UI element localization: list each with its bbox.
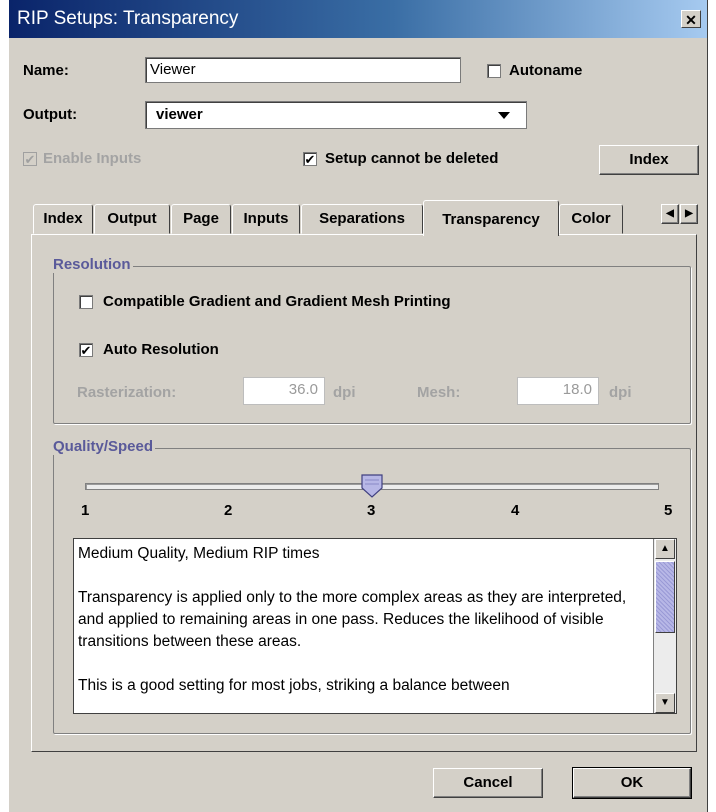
quality-tick-5: 5 (664, 502, 673, 519)
auto-resolution-checkbox[interactable]: ✔ (79, 343, 93, 357)
quality-tick-3: 3 (367, 502, 376, 519)
compatible-gradient-checkbox[interactable] (79, 295, 93, 309)
rasterization-label: Rasterization: (77, 384, 177, 401)
output-selected-value: viewer (156, 106, 203, 123)
cancel-button[interactable]: Cancel (433, 768, 543, 798)
rasterization-unit: dpi (333, 384, 356, 401)
tab-inputs[interactable]: Inputs (232, 204, 300, 234)
description-line: This is a good setting for most jobs, st… (78, 677, 510, 694)
tab-index[interactable]: Index (33, 204, 93, 234)
enable-inputs-label: Enable Inputs (43, 150, 142, 167)
autoname-label: Autoname (509, 62, 583, 79)
tab-page[interactable]: Page (171, 204, 231, 234)
name-input[interactable]: Viewer (145, 57, 461, 83)
setup-cannot-be-deleted-checkbox[interactable]: ✔ (303, 152, 317, 166)
tab-transparency[interactable]: Transparency (423, 200, 559, 236)
mesh-label: Mesh: (417, 384, 461, 401)
tab-separations[interactable]: Separations (301, 204, 423, 234)
rip-setups-dialog: RIP Setups: Transparency ✕ Name: Viewer … (8, 0, 708, 812)
tab-scroll-left-button[interactable]: ◀ (661, 204, 679, 224)
mesh-unit: dpi (609, 384, 632, 401)
scrollbar-thumb[interactable] (655, 561, 675, 633)
description-spacer (78, 565, 654, 587)
output-select[interactable]: viewer (145, 101, 527, 129)
arrow-down-icon: ▼ (660, 697, 670, 708)
arrow-up-icon: ▲ (660, 543, 670, 554)
description-line: Medium Quality, Medium RIP times (78, 545, 320, 562)
resolution-legend: Resolution (51, 256, 133, 273)
window-title: RIP Setups: Transparency (17, 8, 239, 29)
description-line: Transparency is applied only to the more… (78, 589, 627, 650)
quality-tick-4: 4 (511, 502, 520, 519)
description-scrollbar[interactable]: ▲ ▼ (653, 539, 676, 713)
quality-speed-legend: Quality/Speed (51, 438, 156, 455)
tab-color[interactable]: Color (559, 204, 623, 234)
chevron-down-icon (498, 112, 510, 119)
mesh-input[interactable]: 18.0 (517, 377, 599, 405)
quality-tick-2: 2 (224, 502, 233, 519)
close-button[interactable]: ✕ (681, 10, 701, 28)
enable-inputs-checkbox[interactable]: ✔ (23, 152, 37, 166)
quality-description-textarea[interactable]: Medium Quality, Medium RIP times Transpa… (73, 538, 677, 714)
tab-scroll-right-button[interactable]: ▶ (680, 204, 698, 224)
quality-slider-thumb[interactable] (361, 474, 383, 498)
setup-cannot-be-deleted-label: Setup cannot be deleted (325, 150, 499, 167)
title-bar[interactable]: RIP Setups: Transparency ✕ (9, 0, 707, 38)
rasterization-input[interactable]: 36.0 (243, 377, 325, 405)
output-label: Output: (23, 106, 78, 123)
index-button[interactable]: Index (599, 145, 699, 175)
arrow-right-icon: ▶ (685, 208, 693, 219)
ok-button[interactable]: OK (572, 767, 692, 799)
arrow-left-icon: ◀ (666, 208, 674, 219)
scroll-down-button[interactable]: ▼ (655, 693, 675, 713)
close-icon: ✕ (685, 12, 697, 28)
tab-output[interactable]: Output (94, 204, 170, 234)
description-spacer (78, 653, 654, 675)
name-label: Name: (23, 62, 69, 79)
autoname-checkbox[interactable] (487, 64, 501, 78)
scroll-up-button[interactable]: ▲ (655, 539, 675, 559)
auto-resolution-label: Auto Resolution (103, 341, 219, 358)
quality-tick-1: 1 (81, 502, 90, 519)
compatible-gradient-label: Compatible Gradient and Gradient Mesh Pr… (103, 293, 451, 310)
quality-description-text: Medium Quality, Medium RIP times Transpa… (78, 543, 654, 697)
